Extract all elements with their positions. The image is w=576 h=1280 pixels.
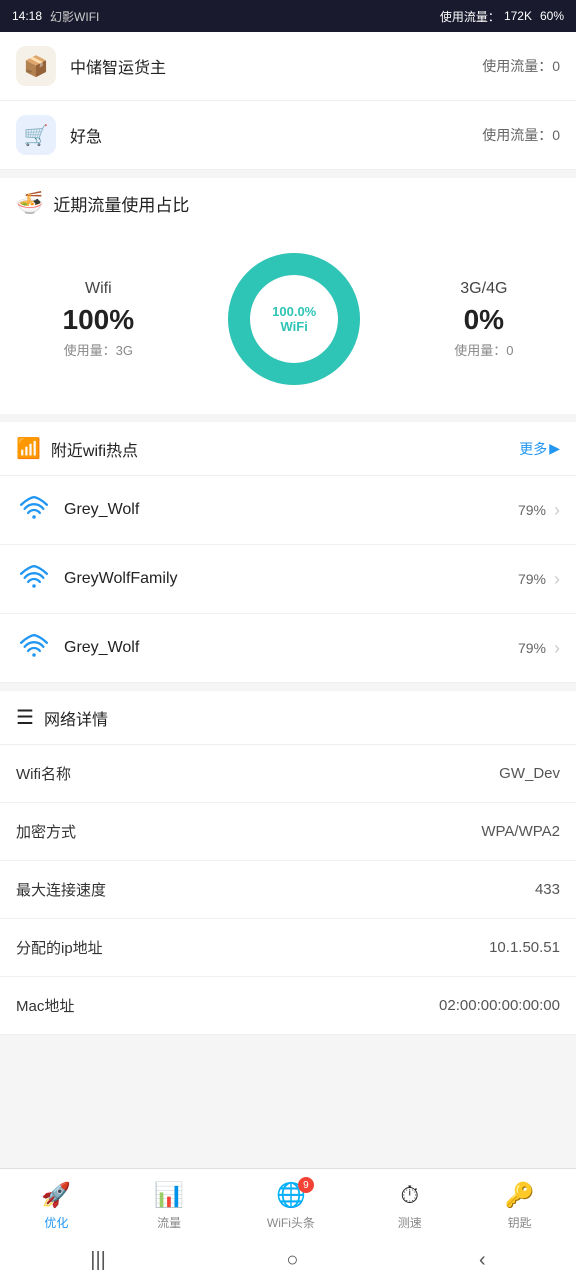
app-icon-cargo: 📦 [16, 46, 56, 86]
speed-test-icon: ⏱ [400, 1182, 419, 1210]
app-traffic-haoji: 使用流量：0 [482, 125, 560, 145]
optimize-icon: 🚀 [41, 1181, 71, 1210]
app-traffic-cargo: 使用流量：0 [482, 56, 560, 76]
wifi-name-1: Grey_Wolf [64, 501, 518, 519]
app-icon-haoji: 🛒 [16, 115, 56, 155]
wifi-item-1[interactable]: Grey_Wolf 79% › [0, 476, 576, 545]
wifi-hotspot-header-left: 📶 附近wifi热点 [16, 436, 138, 461]
wifi-stat: Wifi 100% 使用量：3G [63, 280, 135, 359]
app-list-section: 📦 中储智运货主 使用流量：0 🛒 好急 使用流量：0 [0, 32, 576, 170]
chevron-icon-1: › [554, 500, 560, 521]
system-nav: ||| ○ ‹ [0, 1239, 576, 1280]
detail-value-wifi-name: GW_Dev [499, 765, 560, 782]
detail-row-mac: Mac地址 02:00:00:00:00:00 [0, 977, 576, 1035]
traffic-icon: 📊 [154, 1181, 184, 1210]
donut-label: WiFi [272, 319, 316, 334]
wifi-signal-icon-3 [16, 630, 52, 666]
donut-percent: 100.0% [272, 304, 316, 319]
status-usage-value: 172K [504, 9, 532, 23]
wifi-percent: 100% [63, 304, 135, 336]
nav-item-optimize[interactable]: 🚀 优化 [29, 1177, 83, 1235]
detail-key-mac: Mac地址 [16, 995, 74, 1016]
wifi-name-2: GreyWolfFamily [64, 570, 518, 588]
nav-label-speed-test: 测速 [398, 1214, 422, 1231]
traffic-section-header: 🍜 近期流量使用占比 [0, 178, 576, 228]
status-time: 14:18 [12, 9, 42, 23]
chevron-icon-3: › [554, 638, 560, 659]
wifi-hotspot-section: 📶 附近wifi热点 更多 ▶ Grey_Wolf 79% › [0, 422, 576, 683]
nav-item-key[interactable]: 🔑 钥匙 [493, 1177, 547, 1235]
detail-key-max-speed: 最大连接速度 [16, 879, 106, 900]
cellular-usage: 使用量：0 [454, 340, 513, 359]
detail-value-encryption: WPA/WPA2 [481, 823, 560, 840]
cellular-percent: 0% [454, 304, 513, 336]
key-icon: 🔑 [505, 1181, 535, 1210]
wifi-more-label: 更多 [519, 439, 547, 459]
status-usage-label: 使用流量： [440, 8, 500, 25]
nav-label-traffic: 流量 [157, 1214, 181, 1231]
detail-row-max-speed: 最大连接速度 433 [0, 861, 576, 919]
wifi-item-2[interactable]: GreyWolfFamily 79% › [0, 545, 576, 614]
detail-value-ip: 10.1.50.51 [489, 939, 560, 956]
detail-row-encryption: 加密方式 WPA/WPA2 [0, 803, 576, 861]
nav-label-wifi-news: WiFi头条 [267, 1214, 315, 1231]
detail-header-title: 网络详情 [44, 706, 108, 730]
bottom-nav: 🚀 优化 📊 流量 🌐 9 WiFi头条 ⏱ 测速 🔑 钥匙 ||| ○ ‹ [0, 1168, 576, 1280]
detail-key-ip: 分配的ip地址 [16, 937, 103, 958]
detail-key-encryption: 加密方式 [16, 821, 76, 842]
cellular-label: 3G/4G [454, 280, 513, 298]
cellular-stat: 3G/4G 0% 使用量：0 [454, 280, 513, 359]
wifi-label: Wifi [63, 280, 135, 298]
app-name-haoji: 好急 [70, 123, 482, 147]
wifi-more-link[interactable]: 更多 ▶ [519, 439, 560, 459]
detail-key-wifi-name: Wifi名称 [16, 763, 71, 784]
wifi-strength-2: 79% [518, 571, 546, 587]
donut-center-text: 100.0% WiFi [272, 304, 316, 334]
sys-nav-menu-icon[interactable]: ||| [90, 1249, 106, 1272]
detail-row-ip: 分配的ip地址 10.1.50.51 [0, 919, 576, 977]
status-left: 14:18 幻影WIFI [12, 8, 99, 25]
nav-item-traffic[interactable]: 📊 流量 [142, 1177, 196, 1235]
chevron-icon-2: › [554, 569, 560, 590]
status-battery: 60% [540, 9, 564, 23]
nav-item-speed-test[interactable]: ⏱ 测速 [386, 1178, 434, 1235]
sys-nav-back-icon[interactable]: ‹ [479, 1249, 486, 1272]
wifi-item-3[interactable]: Grey_Wolf 79% › [0, 614, 576, 683]
status-right: 使用流量： 172K 60% [440, 8, 564, 25]
detail-row-wifi-name: Wifi名称 GW_Dev [0, 745, 576, 803]
app-row-1[interactable]: 📦 中储智运货主 使用流量：0 [0, 32, 576, 101]
wifi-signal-icon-1 [16, 492, 52, 528]
wifi-more-chevron-icon: ▶ [549, 440, 560, 457]
traffic-header-title: 近期流量使用占比 [53, 191, 189, 216]
wifi-usage: 使用量：3G [63, 340, 135, 359]
traffic-header-icon: 🍜 [16, 190, 43, 216]
nav-label-optimize: 优化 [44, 1214, 68, 1231]
traffic-section: 🍜 近期流量使用占比 Wifi 100% 使用量：3G 100.0% WiFi … [0, 178, 576, 414]
detail-value-mac: 02:00:00:00:00:00 [439, 997, 560, 1014]
wifi-news-icon: 🌐 9 [276, 1181, 306, 1210]
status-app-name: 幻影WIFI [50, 8, 99, 25]
wifi-signal-icon-2 [16, 561, 52, 597]
wifi-news-badge: 9 [298, 1177, 314, 1193]
detail-header-icon: ☰ [16, 705, 34, 730]
wifi-hotspot-title: 附近wifi热点 [51, 437, 138, 461]
nav-label-key: 钥匙 [508, 1214, 532, 1231]
network-detail-header: ☰ 网络详情 [0, 691, 576, 745]
app-row-2[interactable]: 🛒 好急 使用流量：0 [0, 101, 576, 170]
network-detail-section: ☰ 网络详情 Wifi名称 GW_Dev 加密方式 WPA/WPA2 最大连接速… [0, 691, 576, 1035]
status-bar: 14:18 幻影WIFI 使用流量： 172K 60% [0, 0, 576, 32]
wifi-strength-3: 79% [518, 640, 546, 656]
donut-chart: 100.0% WiFi [219, 244, 369, 394]
wifi-name-3: Grey_Wolf [64, 639, 518, 657]
nav-item-wifi-news[interactable]: 🌐 9 WiFi头条 [255, 1177, 327, 1235]
sys-nav-home-icon[interactable]: ○ [286, 1249, 298, 1272]
wifi-hotspot-header: 📶 附近wifi热点 更多 ▶ [0, 422, 576, 476]
nav-items: 🚀 优化 📊 流量 🌐 9 WiFi头条 ⏱ 测速 🔑 钥匙 [0, 1169, 576, 1239]
wifi-strength-1: 79% [518, 502, 546, 518]
donut-container: Wifi 100% 使用量：3G 100.0% WiFi 3G/4G 0% 使用… [0, 228, 576, 414]
wifi-hotspot-icon: 📶 [16, 436, 41, 461]
detail-value-max-speed: 433 [535, 881, 560, 898]
app-name-cargo: 中储智运货主 [70, 54, 482, 78]
